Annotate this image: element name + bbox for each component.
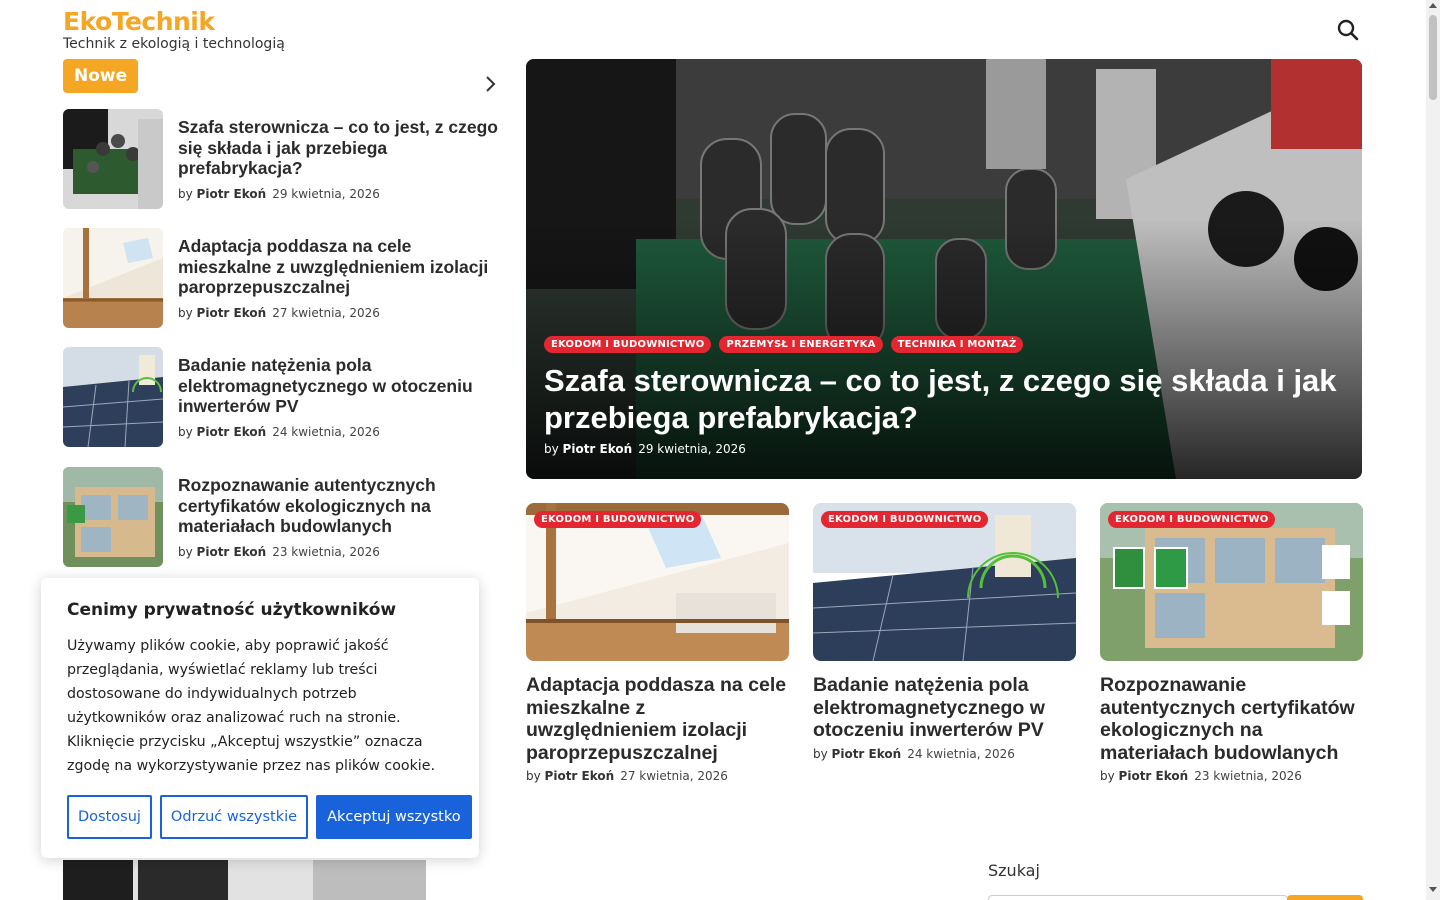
chevron-right-icon[interactable]	[482, 74, 500, 94]
search-widget-label: Szukaj	[988, 861, 1040, 880]
news-title[interactable]: Rozpoznawanie autentycznych certyfikatów…	[178, 475, 503, 537]
list-item[interactable]: Rozpoznawanie autentycznych certyfikatów…	[63, 467, 503, 567]
news-title[interactable]: Adaptacja poddasza na cele mieszkalne z …	[178, 236, 503, 298]
category-tag[interactable]: EKODOM I BUDOWNICTWO	[1108, 511, 1276, 528]
reject-all-button[interactable]: Odrzuć wszystkie	[159, 795, 309, 839]
by-label: by	[178, 305, 193, 320]
card-title[interactable]: Rozpoznawanie autentycznych certyfikatów…	[1100, 674, 1363, 764]
author[interactable]: Piotr Ekoń	[832, 747, 902, 761]
cookie-title: Cenimy prywatność użytkowników	[67, 600, 397, 620]
post-card[interactable]: EKODOM I BUDOWNICTWO Badanie natężenia p…	[813, 503, 1076, 761]
category-tag[interactable]: PRZEMYSŁ I ENERGETYKA	[719, 336, 883, 353]
by-label: by	[178, 186, 193, 201]
site-tagline: Technik z ekologią i technologią	[63, 36, 285, 52]
card-image[interactable]: EKODOM I BUDOWNICTWO	[1100, 503, 1363, 661]
scroll-up-icon[interactable]	[1429, 3, 1437, 8]
list-item[interactable]: Szafa sterownicza – co to jest, z czego …	[63, 109, 503, 209]
date: 29 kwietnia, 2026	[272, 186, 380, 201]
date: 23 kwietnia, 2026	[1194, 769, 1302, 783]
author[interactable]: Piotr Ekoń	[545, 769, 615, 783]
date: 24 kwietnia, 2026	[907, 746, 1015, 761]
category-tag[interactable]: EKODOM I BUDOWNICTWO	[534, 511, 702, 528]
by-label: by	[526, 769, 541, 783]
list-item[interactable]: Adaptacja poddasza na cele mieszkalne z …	[63, 228, 503, 328]
scroll-down-icon[interactable]	[1429, 887, 1437, 892]
date: 29 kwietnia, 2026	[638, 442, 746, 456]
date: 27 kwietnia, 2026	[620, 769, 728, 783]
page-scrollbar[interactable]	[1426, 0, 1440, 900]
cookie-text: Używamy plików cookie, aby poprawić jako…	[67, 638, 435, 774]
news-meta: by Piotr Ekoń 27 kwietnia, 2026	[178, 306, 503, 320]
card-title[interactable]: Badanie natężenia pola elektromagnetyczn…	[813, 674, 1076, 742]
site-logo[interactable]: EkoTechnik Technik z ekologią i technolo…	[63, 8, 285, 53]
search-widget-input[interactable]	[988, 895, 1288, 900]
date: 24 kwietnia, 2026	[272, 424, 380, 439]
author[interactable]: Piotr Ekoń	[1119, 769, 1189, 783]
site-title[interactable]: EkoTechnik	[63, 8, 285, 36]
author[interactable]: Piotr Ekoń	[197, 425, 267, 439]
author[interactable]: Piotr Ekoń	[197, 545, 267, 559]
date: 27 kwietnia, 2026	[272, 305, 380, 320]
featured-image[interactable]	[63, 860, 426, 900]
card-meta: by Piotr Ekoń 27 kwietnia, 2026	[526, 769, 789, 783]
news-thumbnail[interactable]	[63, 228, 163, 328]
category-tag[interactable]: TECHNIKA I MONTAŻ	[890, 336, 1024, 353]
hero-meta: by Piotr Ekoń 29 kwietnia, 2026	[544, 442, 1354, 456]
news-thumbnail[interactable]	[63, 467, 163, 567]
news-title[interactable]: Szafa sterownicza – co to jest, z czego …	[178, 117, 503, 179]
card-title[interactable]: Adaptacja poddasza na cele mieszkalne z …	[526, 674, 789, 764]
nowe-badge: Nowe	[63, 59, 139, 93]
hero-featured-post[interactable]: EKODOM I BUDOWNICTWO PRZEMYSŁ I ENERGETY…	[526, 59, 1362, 479]
post-card[interactable]: EKODOM I BUDOWNICTWO Rozpoznawanie auten…	[1100, 503, 1363, 783]
date: 23 kwietnia, 2026	[272, 544, 380, 559]
author[interactable]: Piotr Ekoń	[197, 306, 267, 320]
post-card[interactable]: EKODOM I BUDOWNICTWO Adaptacja poddasza …	[526, 503, 789, 783]
by-label: by	[178, 424, 193, 439]
customize-button[interactable]: Dostosuj	[67, 795, 152, 839]
author[interactable]: Piotr Ekoń	[563, 442, 633, 456]
by-label: by	[1100, 769, 1115, 783]
news-meta: by Piotr Ekoń 29 kwietnia, 2026	[178, 187, 503, 201]
by-label: by	[813, 746, 828, 761]
card-image[interactable]: EKODOM I BUDOWNICTWO	[813, 503, 1076, 661]
list-item[interactable]: Badanie natężenia pola elektromagnetyczn…	[63, 347, 503, 447]
cookie-consent-dialog: Cenimy prywatność użytkowników Używamy p…	[41, 578, 479, 858]
card-meta: by Piotr Ekoń 23 kwietnia, 2026	[1100, 769, 1363, 783]
by-label: by	[544, 442, 559, 456]
category-tag[interactable]: EKODOM I BUDOWNICTWO	[821, 511, 989, 528]
author[interactable]: Piotr Ekoń	[197, 187, 267, 201]
category-tag[interactable]: EKODOM I BUDOWNICTWO	[544, 336, 712, 353]
news-title[interactable]: Badanie natężenia pola elektromagnetyczn…	[178, 355, 503, 417]
scroll-thumb[interactable]	[1429, 15, 1437, 100]
search-widget-button[interactable]	[1287, 895, 1363, 900]
by-label: by	[178, 544, 193, 559]
news-thumbnail[interactable]	[63, 109, 163, 209]
search-icon[interactable]	[1336, 18, 1360, 42]
hero-title[interactable]: Szafa sterownicza – co to jest, z czego …	[544, 362, 1354, 436]
news-meta: by Piotr Ekoń 23 kwietnia, 2026	[178, 545, 503, 559]
news-meta: by Piotr Ekoń 24 kwietnia, 2026	[178, 425, 503, 439]
accept-all-button[interactable]: Akceptuj wszystko	[316, 795, 472, 839]
card-meta: by Piotr Ekoń 24 kwietnia, 2026	[813, 747, 1076, 761]
card-image[interactable]: EKODOM I BUDOWNICTWO	[526, 503, 789, 661]
news-thumbnail[interactable]	[63, 347, 163, 447]
